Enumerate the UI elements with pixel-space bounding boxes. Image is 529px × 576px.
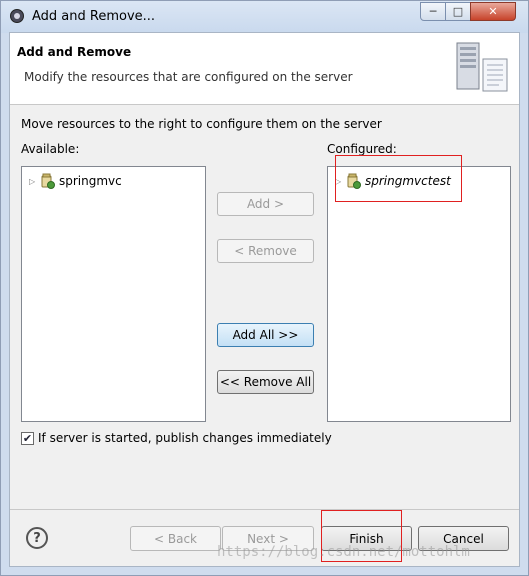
available-label: Available: bbox=[21, 142, 80, 156]
remove-button[interactable]: < Remove bbox=[217, 239, 314, 263]
maximize-button[interactable]: □ bbox=[445, 2, 471, 21]
watermark: https://blog.csdn.net/mottohlm bbox=[217, 544, 470, 560]
web-module-icon bbox=[41, 173, 55, 189]
available-list[interactable]: ▷ springmvc bbox=[21, 166, 206, 422]
remove-all-button[interactable]: << Remove All bbox=[217, 370, 314, 394]
publish-checkbox[interactable]: ✔ bbox=[21, 431, 34, 445]
add-button[interactable]: Add > bbox=[217, 192, 314, 216]
window-title: Add and Remove... bbox=[32, 9, 156, 24]
publish-checkbox-label: If server is started, publish changes im… bbox=[38, 431, 332, 445]
publish-option[interactable]: ✔ If server is started, publish changes … bbox=[21, 431, 332, 445]
eclipse-icon bbox=[10, 9, 24, 23]
page-description: Modify the resources that are configured… bbox=[24, 70, 353, 84]
add-all-button[interactable]: Add All >> bbox=[217, 323, 314, 347]
configured-item-highlight bbox=[335, 155, 462, 202]
instruction-text: Move resources to the right to configure… bbox=[21, 117, 382, 131]
configured-list[interactable]: ▷ springmvctest bbox=[327, 166, 511, 422]
server-icon bbox=[456, 42, 508, 92]
back-button[interactable]: < Back bbox=[130, 526, 221, 551]
wizard-header: Add and Remove Modify the resources that… bbox=[10, 33, 519, 105]
help-icon[interactable]: ? bbox=[26, 527, 48, 549]
close-button[interactable]: ✕ bbox=[470, 2, 516, 21]
configured-label: Configured: bbox=[327, 142, 397, 156]
list-item-label: springmvc bbox=[59, 174, 122, 188]
footer-divider bbox=[10, 509, 519, 510]
list-item[interactable]: ▷ springmvc bbox=[29, 173, 122, 189]
title-bar[interactable]: Add and Remove... ─ □ ✕ bbox=[1, 1, 528, 33]
page-title: Add and Remove bbox=[17, 45, 132, 59]
dialog-client-area: Add and Remove Modify the resources that… bbox=[9, 32, 520, 567]
dialog-window: Add and Remove... ─ □ ✕ Add and Remove M… bbox=[0, 0, 529, 576]
expand-arrow-icon[interactable]: ▷ bbox=[29, 177, 39, 186]
minimize-button[interactable]: ─ bbox=[420, 2, 446, 21]
